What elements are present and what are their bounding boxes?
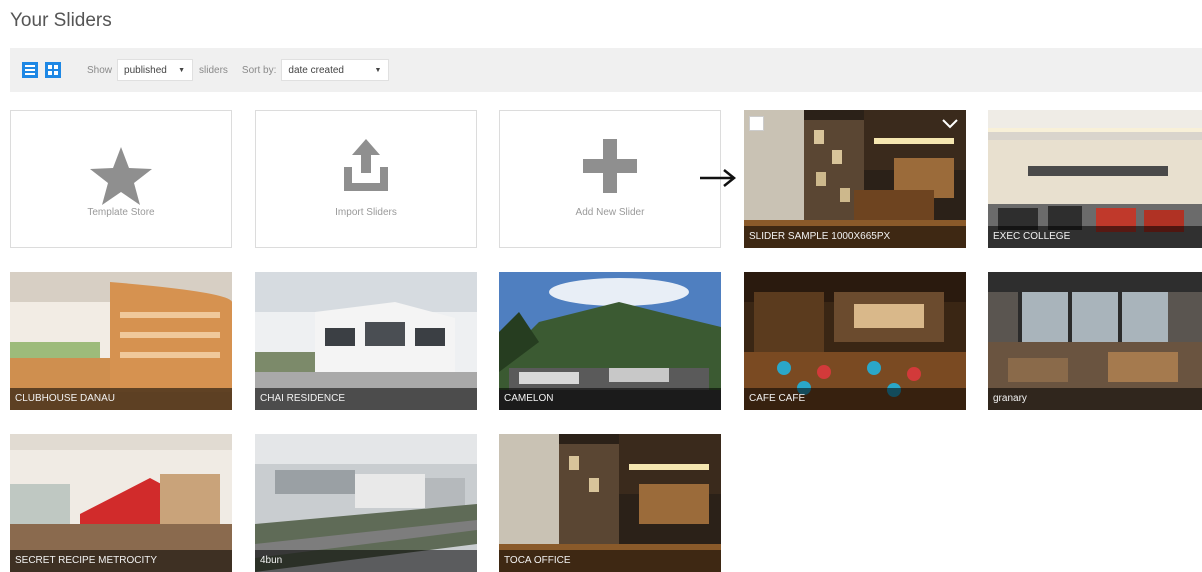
slider-toolbar: Show published ▼ sliders Sort by: date c… bbox=[10, 48, 1202, 92]
grid-view-icon[interactable] bbox=[45, 62, 61, 78]
plus-icon bbox=[583, 139, 637, 198]
slider-title: TOCA OFFICE bbox=[499, 550, 721, 572]
show-label: Show bbox=[87, 64, 113, 76]
dropdown-arrow-icon: ▼ bbox=[178, 66, 186, 74]
arrow-right-icon bbox=[698, 166, 738, 195]
slider-title: SECRET RECIPE METROCITY bbox=[10, 550, 232, 572]
star-icon bbox=[88, 145, 154, 212]
template-store-tile[interactable]: Template Store bbox=[10, 110, 232, 248]
slider-card[interactable]: CLUBHOUSE DANAU bbox=[10, 272, 232, 410]
list-view-icon[interactable] bbox=[22, 62, 38, 78]
slider-select-checkbox[interactable] bbox=[749, 116, 764, 131]
add-new-slider-label: Add New Slider bbox=[575, 207, 645, 218]
slider-title: CAFE CAFE bbox=[744, 388, 966, 410]
slider-card[interactable]: EXEC COLLEGE bbox=[988, 110, 1202, 248]
slider-card[interactable]: granary bbox=[988, 272, 1202, 410]
slider-title: granary bbox=[988, 388, 1202, 410]
slider-card[interactable]: CAFE CAFE bbox=[744, 272, 966, 410]
upload-icon bbox=[340, 139, 392, 200]
slider-title: CAMELON bbox=[499, 388, 721, 410]
slider-card[interactable]: CAMELON bbox=[499, 272, 721, 410]
slider-title: SLIDER SAMPLE 1000x665px bbox=[744, 226, 966, 248]
slider-card[interactable]: SECRET RECIPE METROCITY bbox=[10, 434, 232, 572]
chevron-down-icon[interactable] bbox=[942, 116, 958, 134]
slider-card[interactable]: CHAI RESIDENCE bbox=[255, 272, 477, 410]
sort-label: Sort by: bbox=[241, 64, 277, 76]
slider-card[interactable]: 4bun bbox=[255, 434, 477, 572]
status-filter-select[interactable]: published ▼ bbox=[117, 59, 194, 81]
slider-title: 4bun bbox=[255, 550, 477, 572]
slider-title: CLUBHOUSE DANAU bbox=[10, 388, 232, 410]
sort-value: date created bbox=[288, 64, 344, 76]
template-store-label: Template Store bbox=[87, 207, 155, 218]
import-sliders-label: Import Sliders bbox=[335, 207, 397, 218]
sliders-label: sliders bbox=[199, 64, 228, 76]
import-sliders-tile[interactable]: Import Sliders bbox=[255, 110, 477, 248]
slider-title: EXEC COLLEGE bbox=[988, 226, 1202, 248]
slider-title: CHAI RESIDENCE bbox=[255, 388, 477, 410]
slider-card[interactable]: SLIDER SAMPLE 1000x665px bbox=[744, 110, 966, 248]
slider-card[interactable]: TOCA OFFICE bbox=[499, 434, 721, 572]
status-filter-value: published bbox=[124, 64, 167, 76]
add-new-slider-tile[interactable]: Add New Slider bbox=[499, 110, 721, 248]
dropdown-arrow-icon: ▼ bbox=[374, 66, 382, 74]
sort-select[interactable]: date created ▼ bbox=[281, 59, 390, 81]
page-title: Your Sliders bbox=[10, 10, 112, 31]
